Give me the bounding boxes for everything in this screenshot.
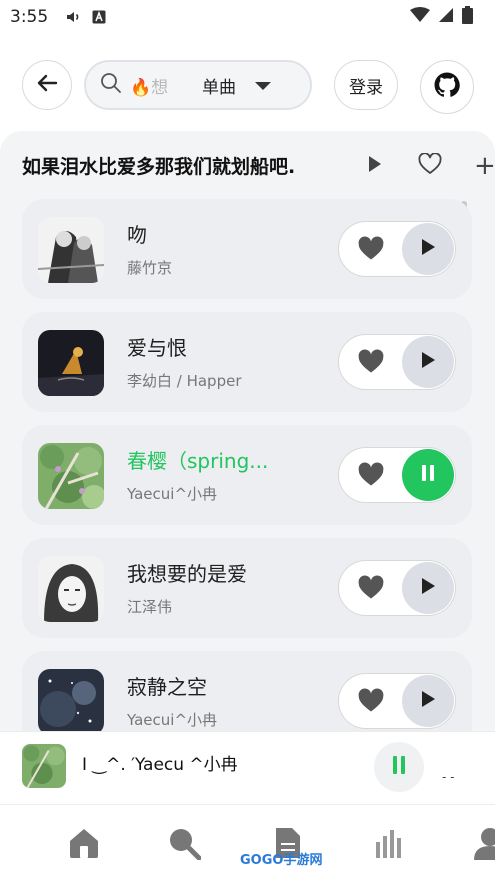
song-artist: 江泽伟 xyxy=(127,598,173,616)
album-cover xyxy=(38,330,104,396)
volume-icon xyxy=(66,9,82,25)
search-input[interactable]: 🔥想 xyxy=(130,73,190,98)
chevron-down-icon[interactable] xyxy=(254,76,272,95)
song-artist: 藤竹京 xyxy=(127,259,173,277)
song-controls xyxy=(338,221,456,277)
nav-search[interactable] xyxy=(164,825,204,865)
playlist-panel: 如果泪水比爱多那我们就划船吧. + 吻 藤竹京 爱与恨 李幼白 / Happer… xyxy=(0,131,495,731)
heart-icon[interactable] xyxy=(357,236,385,266)
play-icon xyxy=(420,690,436,712)
song-title: 春樱（spring... xyxy=(127,449,269,473)
album-cover xyxy=(38,556,104,622)
song-row[interactable]: 爱与恨 李幼白 / Happer xyxy=(22,312,472,412)
song-artist: Yaecui^小冉 xyxy=(127,711,218,729)
heart-icon[interactable] xyxy=(357,688,385,718)
status-bar: 3:55 xyxy=(0,0,495,34)
playlist-header: 如果泪水比爱多那我们就划船吧. + xyxy=(22,149,495,181)
battery-icon xyxy=(462,5,473,29)
song-artist: Yaecui^小冉 xyxy=(127,485,218,503)
now-playing-cover xyxy=(22,744,66,788)
github-icon xyxy=(434,72,460,102)
pause-icon xyxy=(391,755,407,779)
heart-outline-icon[interactable] xyxy=(418,152,442,179)
album-cover xyxy=(38,669,104,731)
signal-icon xyxy=(438,7,454,28)
song-controls xyxy=(338,673,456,729)
back-button[interactable] xyxy=(22,60,72,110)
clock: 3:55 xyxy=(10,7,49,27)
login-button[interactable]: 登录 xyxy=(334,60,398,110)
top-bar: 🔥想 单曲 登录 xyxy=(0,58,495,114)
watermark: GOGO手游网 xyxy=(240,853,323,868)
playlist-queue-button[interactable]: - - xyxy=(442,770,454,784)
github-button[interactable] xyxy=(420,60,474,114)
chart-icon xyxy=(374,828,406,862)
now-playing-text: I ‿^. ′Yaecu ^小冉 xyxy=(82,755,238,775)
nav-home[interactable] xyxy=(64,825,104,865)
heart-icon[interactable] xyxy=(357,349,385,379)
song-title: 吻 xyxy=(127,223,147,247)
play-button[interactable] xyxy=(402,223,454,275)
play-icon xyxy=(420,577,436,599)
song-row[interactable]: 寂静之空 Yaecui^小冉 xyxy=(22,651,472,731)
bottom-nav: GOGO手游网 xyxy=(0,804,495,880)
now-playing-pause-button[interactable] xyxy=(374,742,424,792)
album-cover xyxy=(38,443,104,509)
song-controls xyxy=(338,447,456,503)
song-title: 爱与恨 xyxy=(127,336,187,360)
nav-charts[interactable] xyxy=(370,825,410,865)
song-controls xyxy=(338,560,456,616)
nav-profile[interactable] xyxy=(470,825,495,865)
play-button[interactable] xyxy=(402,675,454,727)
song-title: 寂静之空 xyxy=(127,675,207,699)
add-icon[interactable]: + xyxy=(474,151,495,181)
now-playing-bar[interactable]: I ‿^. ′Yaecu ^小冉 - - xyxy=(0,731,495,803)
song-row[interactable]: 我想要的是爱 江泽伟 xyxy=(22,538,472,638)
play-all-icon[interactable] xyxy=(367,155,383,177)
pause-icon xyxy=(420,464,436,486)
pause-button[interactable] xyxy=(402,449,454,501)
playlist-title: 如果泪水比爱多那我们就划船吧. xyxy=(22,155,296,178)
song-controls xyxy=(338,334,456,390)
play-icon xyxy=(420,351,436,373)
song-row-playing[interactable]: 春樱（spring... Yaecui^小冉 xyxy=(22,425,472,525)
search-icon xyxy=(100,72,122,98)
search-bar[interactable]: 🔥想 单曲 xyxy=(84,60,312,110)
song-artist: 李幼白 / Happer xyxy=(127,372,242,390)
user-icon xyxy=(473,826,495,864)
play-icon xyxy=(420,238,436,260)
heart-icon[interactable] xyxy=(357,575,385,605)
play-button[interactable] xyxy=(402,562,454,614)
song-row[interactable]: 吻 藤竹京 xyxy=(22,199,472,299)
album-cover xyxy=(38,217,104,283)
play-button[interactable] xyxy=(402,336,454,388)
home-icon xyxy=(67,827,101,863)
wifi-icon xyxy=(410,6,430,28)
notification-icon xyxy=(92,10,106,24)
search-icon xyxy=(167,826,202,864)
search-mode-select[interactable]: 单曲 xyxy=(202,73,236,98)
arrow-left-icon xyxy=(36,74,58,96)
heart-icon[interactable] xyxy=(357,462,385,492)
song-title: 我想要的是爱 xyxy=(127,562,247,586)
